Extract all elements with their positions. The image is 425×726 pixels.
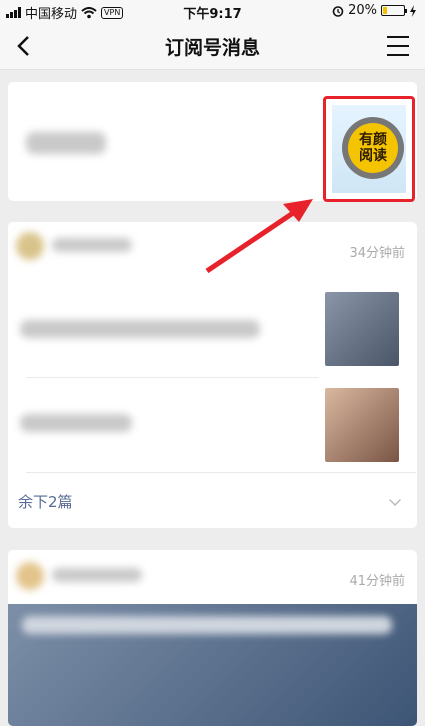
article-title-1[interactable]: [20, 320, 260, 338]
account-avatar[interactable]: [16, 232, 44, 260]
account-name-2[interactable]: [52, 568, 142, 582]
divider: [26, 377, 319, 378]
divider: [26, 472, 416, 473]
battery-icon: [381, 5, 407, 16]
page-title: 订阅号消息: [164, 37, 260, 59]
status-bar: 中国移动 VPN 下午9:17 20%: [0, 0, 425, 22]
subscription-card: 34分钟前: [8, 222, 417, 528]
remaining-articles-link[interactable]: 余下2篇: [18, 491, 73, 512]
watermark-badge: 有颜 阅读: [342, 117, 404, 179]
blurred-title: [26, 132, 106, 154]
card-time: 34分钟前: [349, 246, 405, 261]
cover-title: [22, 616, 392, 634]
navigation-bar: 订阅号消息: [0, 22, 425, 70]
subscription-card-2: 41分钟前: [8, 550, 417, 726]
article-thumbnail-2[interactable]: [325, 388, 399, 462]
badge-line1: 有颜: [359, 132, 387, 148]
promo-thumbnail[interactable]: 有颜 阅读: [323, 96, 415, 202]
article-thumbnail-1[interactable]: [325, 292, 399, 366]
article-title-2[interactable]: [20, 414, 132, 432]
alarm-icon: [332, 5, 344, 17]
card-time-2: 41分钟前: [349, 574, 405, 589]
badge-line2: 阅读: [359, 148, 387, 164]
account-name[interactable]: [52, 238, 132, 252]
battery-percent: 20%: [348, 3, 377, 18]
charging-icon: [410, 4, 416, 17]
hamburger-menu-icon[interactable]: [387, 36, 409, 56]
account-avatar-2[interactable]: [16, 562, 44, 590]
